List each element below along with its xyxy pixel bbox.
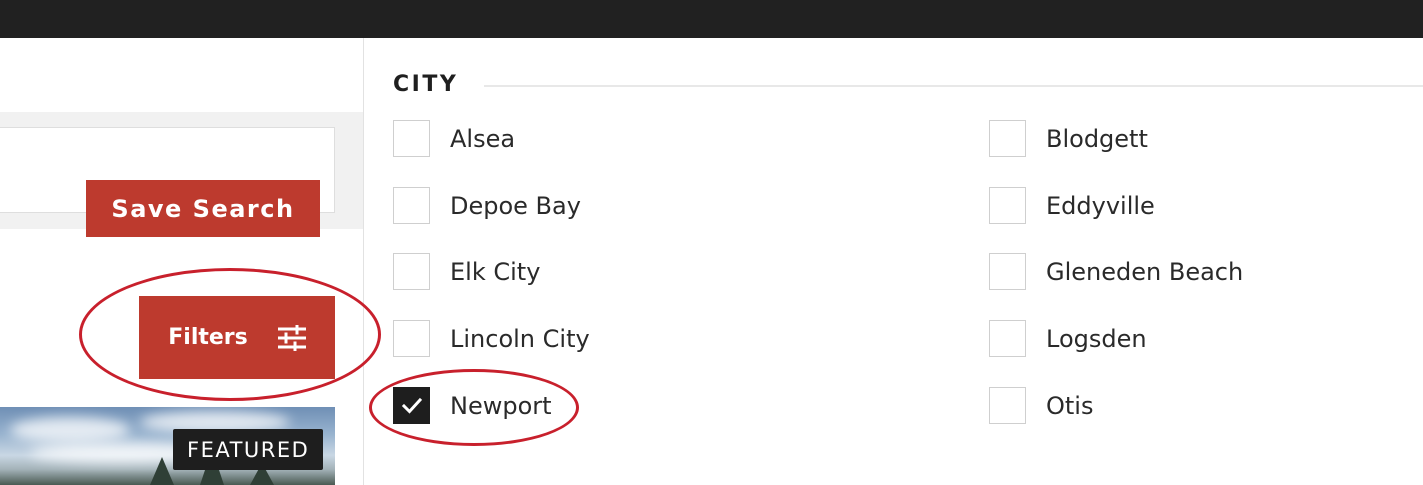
city-option-newport[interactable]: Newport — [393, 387, 552, 424]
city-option-label: Otis — [1046, 391, 1094, 420]
city-checkbox[interactable] — [989, 387, 1026, 424]
city-option-label: Blodgett — [1046, 124, 1148, 153]
city-checkbox[interactable] — [393, 387, 430, 424]
city-option-label: Eddyville — [1046, 191, 1155, 220]
sliders-icon — [277, 324, 306, 351]
city-option-label: Gleneden Beach — [1046, 257, 1244, 286]
city-option-label: Logsden — [1046, 324, 1147, 353]
city-option-lincoln-city[interactable]: Lincoln City — [393, 320, 590, 357]
city-option-gleneden-beach[interactable]: Gleneden Beach — [989, 253, 1243, 290]
city-filter-title: CITY — [393, 72, 459, 97]
city-option-label: Alsea — [450, 124, 516, 153]
city-checkbox[interactable] — [393, 187, 430, 224]
city-checkbox[interactable] — [393, 320, 430, 357]
city-option-label: Lincoln City — [450, 324, 590, 353]
filters-button[interactable]: Filters — [139, 296, 335, 379]
city-option-label: Elk City — [450, 257, 541, 286]
top-bar — [0, 0, 1423, 38]
city-option-eddyville[interactable]: Eddyville — [989, 187, 1155, 224]
city-option-depoe-bay[interactable]: Depoe Bay — [393, 187, 581, 224]
city-checkbox[interactable] — [989, 120, 1026, 157]
city-checkbox[interactable] — [989, 187, 1026, 224]
city-option-alsea[interactable]: Alsea — [393, 120, 515, 157]
city-checkbox[interactable] — [989, 253, 1026, 290]
panel-divider — [363, 38, 364, 485]
city-option-label: Newport — [450, 391, 552, 420]
city-option-label: Depoe Bay — [450, 191, 581, 220]
city-option-elk-city[interactable]: Elk City — [393, 253, 540, 290]
city-checkbox[interactable] — [393, 253, 430, 290]
checkmark-icon — [401, 397, 422, 414]
city-title-rule — [484, 85, 1423, 87]
featured-badge: FEATURED — [173, 429, 324, 470]
city-option-blodgett[interactable]: Blodgett — [989, 120, 1148, 157]
city-checkbox[interactable] — [989, 320, 1026, 357]
city-option-logsden[interactable]: Logsden — [989, 320, 1147, 357]
filters-button-label: Filters — [168, 325, 248, 350]
city-option-otis[interactable]: Otis — [989, 387, 1093, 424]
city-checkbox[interactable] — [393, 120, 430, 157]
save-search-button[interactable]: Save Search — [86, 180, 320, 237]
